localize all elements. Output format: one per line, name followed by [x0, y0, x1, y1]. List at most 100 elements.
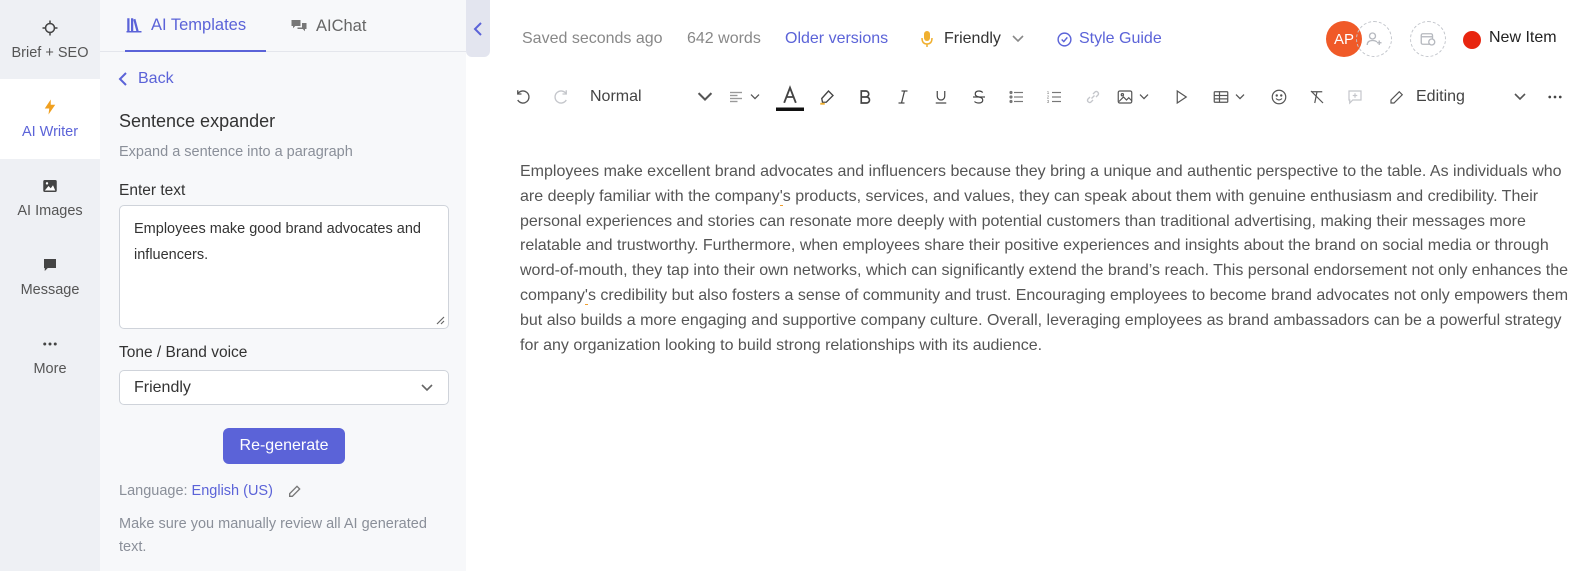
- chat-bubbles-icon: [291, 20, 307, 32]
- image-dropdown[interactable]: [1110, 82, 1156, 112]
- enter-text-input[interactable]: Employees make good brand advocates and …: [119, 205, 449, 329]
- chevron-down-icon: [1514, 93, 1526, 101]
- enter-text-value: Employees make good brand advocates and …: [134, 221, 421, 263]
- embed-video-button[interactable]: [1168, 82, 1194, 112]
- regenerate-button[interactable]: Re-generate: [223, 428, 345, 464]
- link-button[interactable]: [1080, 82, 1106, 112]
- chevron-left-icon: [473, 21, 482, 36]
- link-icon: [1086, 90, 1100, 104]
- strikethrough-button[interactable]: [966, 82, 992, 112]
- chevron-down-icon: [750, 94, 760, 100]
- insert-image-icon: [1117, 90, 1133, 104]
- avatar-initials: AP: [1333, 30, 1354, 48]
- add-comment-icon: [1348, 90, 1362, 105]
- emoji-button[interactable]: [1266, 82, 1292, 112]
- svg-text:3: 3: [1047, 99, 1050, 104]
- play-icon: [1176, 89, 1188, 105]
- add-user-icon: [1366, 32, 1382, 46]
- rail-item-message[interactable]: Message: [0, 237, 100, 317]
- template-title: Sentence expander: [119, 111, 276, 131]
- editing-mode-value: Editing: [1416, 88, 1465, 105]
- rail-item-more[interactable]: More: [0, 316, 100, 396]
- panel-tabs: AI Templates AIChat: [100, 0, 466, 52]
- language-value[interactable]: English (US): [192, 483, 273, 499]
- more-options-button[interactable]: [1542, 82, 1568, 112]
- rail-item-ai-writer[interactable]: AI Writer: [0, 79, 100, 159]
- italic-button[interactable]: [890, 82, 916, 112]
- numbered-list-icon: 123: [1047, 90, 1061, 104]
- back-link[interactable]: Back: [118, 70, 174, 88]
- editor-content[interactable]: Employees make excellent brand advocates…: [520, 160, 1570, 358]
- editing-mode-dropdown[interactable]: Editing: [1388, 82, 1538, 112]
- template-subtitle: Expand a sentence into a paragraph: [119, 144, 353, 160]
- bullet-list-button[interactable]: [1004, 82, 1030, 112]
- tab-label: AIChat: [316, 16, 367, 35]
- rail-label: More: [33, 361, 67, 377]
- text-color-button[interactable]: [774, 82, 806, 112]
- rail-label: Brief + SEO: [11, 45, 89, 61]
- chevron-down-icon: [1139, 94, 1149, 100]
- tone-dropdown-value: Friendly: [944, 30, 1001, 47]
- resize-handle-icon[interactable]: [435, 315, 445, 325]
- table-dropdown[interactable]: [1206, 82, 1252, 112]
- clear-format-button[interactable]: [1304, 82, 1330, 112]
- editor-text: s credibility but also fosters a sense o…: [520, 286, 1569, 354]
- tab-aichat[interactable]: AIChat: [290, 0, 366, 52]
- bold-icon: [860, 90, 871, 104]
- more-horizontal-icon: [1548, 95, 1562, 99]
- rail-label: AI Images: [17, 203, 83, 219]
- microphone-icon: [921, 31, 933, 47]
- undo-button[interactable]: [510, 82, 536, 112]
- pencil-icon: [1390, 90, 1404, 104]
- table-icon: [1213, 91, 1229, 103]
- image-icon: [43, 180, 57, 192]
- paragraph-style-dropdown[interactable]: Normal: [590, 82, 714, 112]
- text-color-icon: [776, 85, 804, 111]
- chevron-left-icon: [118, 72, 127, 86]
- tone-label: Tone / Brand voice: [119, 344, 248, 361]
- tone-dropdown[interactable]: Friendly: [920, 30, 1025, 48]
- tone-select[interactable]: Friendly: [119, 370, 449, 405]
- chevron-down-icon: [1012, 35, 1024, 43]
- schedule-button[interactable]: [1410, 21, 1446, 57]
- language-row: Language: English (US): [119, 483, 303, 499]
- undo-icon: [517, 90, 530, 104]
- align-dropdown[interactable]: [722, 82, 766, 112]
- back-label: Back: [138, 70, 174, 87]
- editor-toolbar: Normal 123 Editing: [510, 82, 1585, 112]
- edit-icon[interactable]: [287, 483, 303, 499]
- tab-label: AI Templates: [151, 15, 247, 34]
- rail-item-ai-images[interactable]: AI Images: [0, 158, 100, 238]
- rail-label: AI Writer: [21, 124, 79, 140]
- numbered-list-button[interactable]: 123: [1042, 82, 1068, 112]
- status-label[interactable]: New Item: [1489, 29, 1557, 47]
- chevron-down-icon: [1235, 94, 1245, 100]
- highlighter-icon: [820, 90, 834, 105]
- align-left-icon: [730, 91, 742, 103]
- more-dots-icon: [43, 342, 57, 346]
- tone-select-value: Friendly: [134, 378, 191, 396]
- strikethrough-icon: [973, 90, 985, 104]
- clear-format-icon: [1310, 90, 1324, 104]
- bold-button[interactable]: [852, 82, 878, 112]
- redo-icon: [554, 90, 567, 104]
- underline-button[interactable]: [928, 82, 954, 112]
- highlight-button[interactable]: [814, 82, 840, 112]
- style-guide-button[interactable]: Style Guide: [1056, 30, 1162, 48]
- left-rail: Brief + SEO AI Writer AI Images Message …: [0, 0, 100, 571]
- collapse-panel-button[interactable]: [466, 0, 490, 57]
- word-count: 642 words: [687, 30, 761, 47]
- redo-button[interactable]: [548, 82, 574, 112]
- paragraph-style-value: Normal: [590, 88, 642, 105]
- add-comment-button[interactable]: [1342, 82, 1368, 112]
- tab-ai-templates[interactable]: AI Templates: [125, 0, 266, 52]
- chevron-down-icon: [697, 92, 713, 102]
- message-icon: [44, 259, 56, 271]
- older-versions-link[interactable]: Older versions: [785, 30, 888, 48]
- rail-item-brief-seo[interactable]: Brief + SEO: [0, 0, 100, 80]
- calendar-clock-icon: [1420, 33, 1436, 46]
- review-note: Make sure you manually review all AI gen…: [119, 516, 427, 555]
- add-user-button[interactable]: [1356, 21, 1392, 57]
- saved-status: Saved seconds ago: [522, 30, 663, 47]
- emoji-icon: [1271, 89, 1287, 105]
